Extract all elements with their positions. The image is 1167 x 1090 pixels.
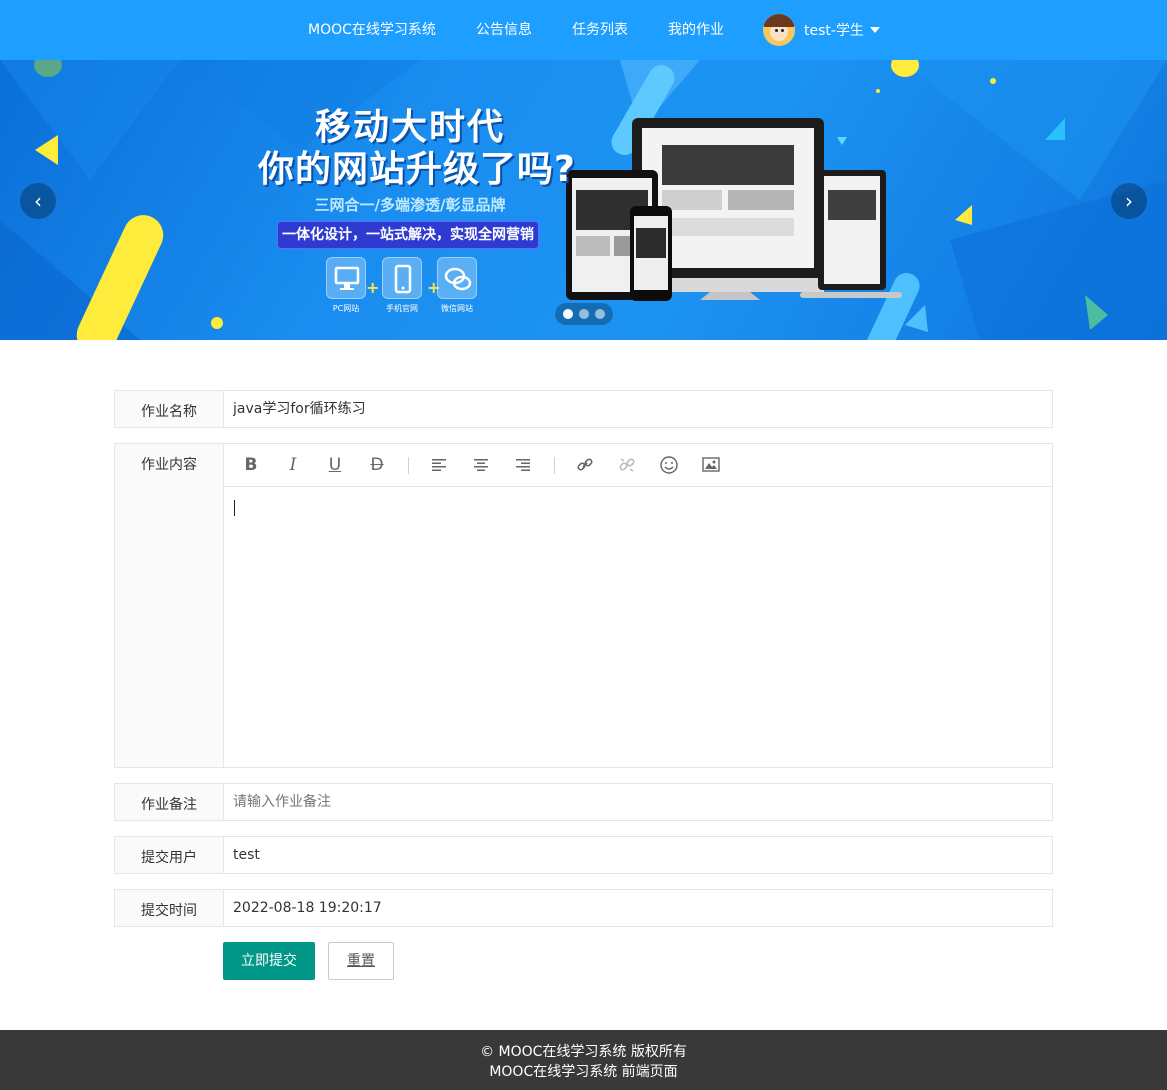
homework-name-label: 作业名称 — [115, 391, 224, 427]
align-center-icon[interactable] — [470, 454, 492, 476]
desktop-icon — [326, 257, 366, 299]
bold-icon[interactable]: B — [240, 454, 262, 476]
carousel-next-button[interactable]: › — [1111, 183, 1147, 219]
homework-name-input[interactable] — [233, 391, 1033, 427]
banner-subline: 三网合一/多端渗透/彰显品牌 — [314, 196, 506, 214]
banner-pill: 一体化设计，一站式解决，实现全网营销 — [277, 221, 539, 249]
footer-copyright: © MOOC在线学习系统 版权所有 — [480, 1044, 687, 1060]
submit-user-row: 提交用户 — [114, 836, 1053, 874]
editor-toolbar: B I U D — [224, 444, 1052, 487]
footer-subtitle: MOOC在线学习系统 前端页面 — [489, 1064, 678, 1080]
nav-brand-link[interactable]: MOOC在线学习系统 — [308, 0, 436, 60]
feature-mobile-label: 手机官网 — [386, 304, 418, 313]
toolbar-divider — [554, 457, 555, 474]
homework-content-editor[interactable] — [224, 488, 1052, 767]
reset-button[interactable]: 重置 — [328, 942, 394, 980]
submit-button[interactable]: 立即提交 — [223, 942, 315, 980]
underline-icon[interactable]: U — [324, 454, 346, 476]
nav-item-task-list[interactable]: 任务列表 — [572, 0, 628, 60]
submit-time-label: 提交时间 — [115, 890, 224, 926]
banner-carousel: 移动大时代 你的网站升级了吗? 三网合一/多端渗透/彰显品牌 一体化设计，一站式… — [0, 60, 1167, 340]
banner-background-shapes — [0, 60, 1167, 340]
text-cursor — [234, 500, 235, 516]
avatar — [763, 14, 795, 46]
submit-user-label: 提交用户 — [115, 837, 224, 873]
homework-remark-label: 作业备注 — [115, 784, 224, 820]
feature-pc: PC网站 — [326, 257, 366, 314]
unlink-icon[interactable] — [616, 454, 638, 476]
align-right-icon[interactable] — [512, 454, 534, 476]
feature-wechat-label: 微信网站 — [441, 304, 473, 313]
chevron-down-icon — [869, 27, 880, 33]
footer: © MOOC在线学习系统 版权所有 MOOC在线学习系统 前端页面 — [0, 1030, 1167, 1090]
homework-remark-input[interactable] — [233, 784, 1033, 820]
plus-icon: + — [366, 278, 380, 297]
nav-item-my-homework[interactable]: 我的作业 — [668, 0, 724, 60]
banner-headline-2: 你的网站升级了吗? — [258, 149, 576, 190]
submit-time-row: 提交时间 — [114, 889, 1053, 927]
link-icon[interactable] — [574, 454, 596, 476]
carousel-dot[interactable] — [579, 309, 589, 319]
carousel-dot[interactable] — [595, 309, 605, 319]
homework-name-row: 作业名称 — [114, 390, 1053, 428]
submit-time-input[interactable] — [233, 890, 1033, 926]
nav-item-announcements[interactable]: 公告信息 — [476, 0, 532, 60]
carousel-dot[interactable] — [563, 309, 573, 319]
mobile-phone-icon — [382, 257, 422, 299]
feature-mobile: 手机官网 — [382, 257, 422, 314]
homework-remark-row: 作业备注 — [114, 783, 1053, 821]
wechat-icon — [437, 257, 477, 299]
top-navbar: MOOC在线学习系统 公告信息 任务列表 我的作业 test-学生 — [0, 0, 1167, 60]
italic-icon[interactable]: I — [282, 454, 304, 476]
submit-user-input[interactable] — [233, 837, 1033, 873]
user-name: test-学生 — [804, 23, 864, 39]
feature-wechat: 微信网站 — [437, 257, 477, 314]
feature-pc-label: PC网站 — [332, 304, 360, 313]
homework-content-row: 作业内容 B I U D — [114, 443, 1053, 768]
image-icon[interactable] — [700, 454, 722, 476]
toolbar-divider — [408, 457, 409, 474]
strikethrough-icon[interactable]: D — [366, 454, 388, 476]
align-left-icon[interactable] — [428, 454, 450, 476]
emoji-icon[interactable] — [658, 454, 680, 476]
carousel-indicators — [555, 303, 613, 325]
homework-content-label: 作业内容 — [115, 444, 224, 767]
carousel-prev-button[interactable]: ‹ — [20, 183, 56, 219]
user-menu[interactable]: test-学生 — [763, 14, 880, 46]
